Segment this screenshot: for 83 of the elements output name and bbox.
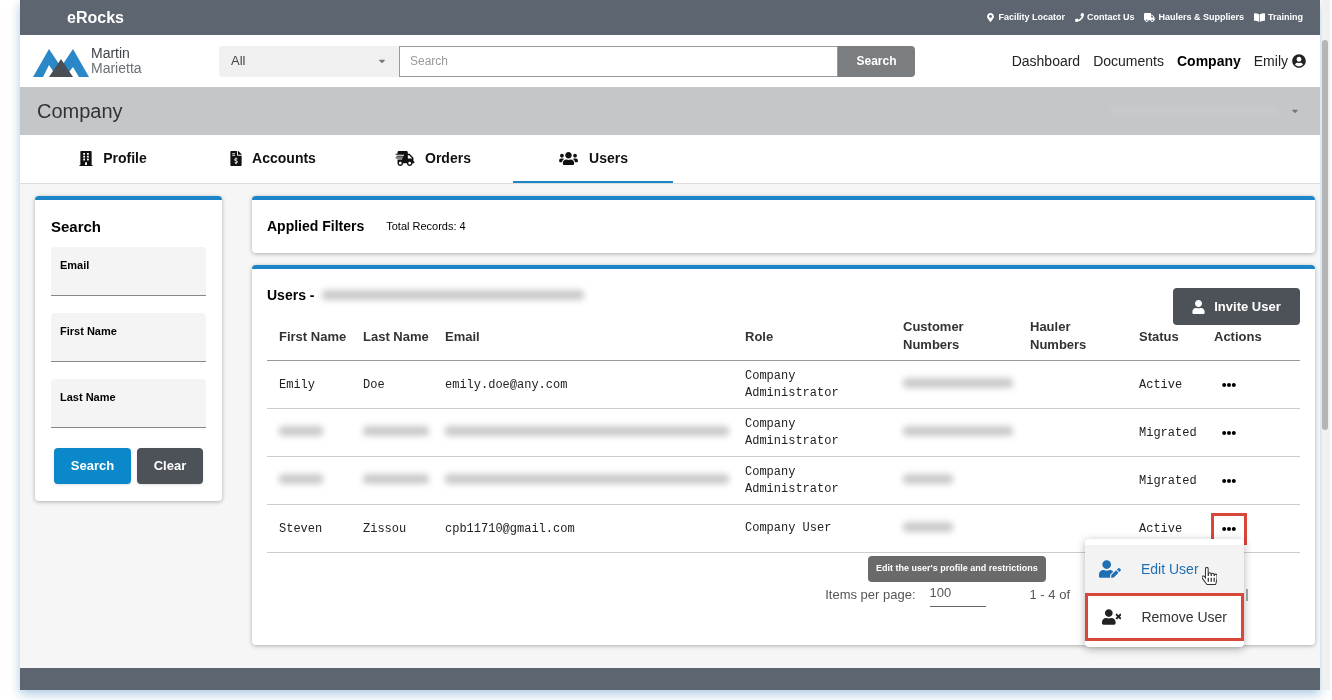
tab[interactable]: Profile xyxy=(33,135,193,183)
tab[interactable]: Users xyxy=(513,135,673,183)
table-cell: Zissou xyxy=(363,521,407,536)
brand-name: eRocks xyxy=(67,7,124,28)
table-row[interactable]: Emily Doe emily.doe@any.com Company Administrator Active xyxy=(267,361,1300,409)
invite-user-button[interactable]: Invite User xyxy=(1173,288,1300,325)
text-field[interactable]: Email xyxy=(51,246,206,296)
truck-icon xyxy=(1144,12,1156,23)
page-title: Company xyxy=(37,99,123,124)
field-label: Email xyxy=(60,258,90,271)
category-select[interactable]: All xyxy=(219,45,399,77)
search-button[interactable]: Search xyxy=(838,45,915,77)
blurred-text xyxy=(279,425,323,436)
column-header: Actions xyxy=(1214,327,1262,346)
table-cell: Steven xyxy=(279,521,323,536)
table-cell: Migrated xyxy=(1139,473,1197,488)
text-field[interactable]: Last Name xyxy=(51,378,206,428)
tooltip: Edit the user's profile and restrictions xyxy=(868,556,1046,582)
tab[interactable]: Accounts xyxy=(193,135,353,183)
column-header: First Name xyxy=(279,327,347,346)
column-header: Status xyxy=(1139,327,1179,346)
blurred-text xyxy=(279,473,323,484)
table-cell-text: Company Administrator xyxy=(745,415,840,450)
table-cell: Emily xyxy=(279,377,315,392)
phone-icon xyxy=(1074,13,1084,22)
blurred-text xyxy=(903,473,953,484)
tab[interactable]: Orders xyxy=(353,135,513,183)
card-title: Users - xyxy=(267,285,315,305)
column-header: Email xyxy=(445,327,480,346)
page-range: 1 - 4 of xyxy=(1029,586,1070,605)
top-link[interactable]: Training xyxy=(1254,10,1303,25)
nav-link[interactable]: Documents xyxy=(1093,50,1164,72)
menu-item[interactable]: Remove User xyxy=(1085,593,1244,641)
truck-icon xyxy=(395,150,416,166)
blurred-text xyxy=(363,473,429,484)
book-icon xyxy=(1254,12,1265,23)
table-row[interactable]: Company Administrator Migrated xyxy=(267,409,1300,457)
field-label: Last Name xyxy=(60,390,116,403)
building-icon xyxy=(79,150,94,166)
column-header: Hauler Numbers xyxy=(1030,318,1088,355)
table-cell: Company User xyxy=(745,520,832,537)
table-cell: cpb11710@gmail.com xyxy=(445,521,575,536)
table-row[interactable]: Company Administrator Migrated xyxy=(267,457,1300,505)
items-per-page-label: Items per page: xyxy=(825,586,916,605)
card-title: Applied Filters xyxy=(267,217,365,236)
search-button[interactable]: Search xyxy=(54,447,131,484)
blurred-text xyxy=(903,521,953,532)
top-link[interactable]: Facility Locator xyxy=(986,10,1065,25)
total-records: Total Records: 4 xyxy=(386,219,466,235)
clear-button[interactable]: Clear xyxy=(137,447,203,484)
top-link[interactable]: Haulers & Suppliers xyxy=(1144,10,1244,25)
table-cell: Active xyxy=(1139,521,1183,536)
table-cell-text: Company Administrator xyxy=(745,367,840,402)
text-field[interactable]: First Name xyxy=(51,312,206,362)
top-link[interactable]: Contact Us xyxy=(1074,10,1135,25)
table-cell-text: Company Administrator xyxy=(745,463,840,498)
column-header: Customer Numbers xyxy=(903,318,965,355)
user-avatar-icon xyxy=(1292,54,1306,68)
nav-link[interactable]: Dashboard xyxy=(1011,50,1081,72)
logo-text: Marietta xyxy=(91,61,142,76)
table-cell: Doe xyxy=(363,377,385,392)
map-pin-icon xyxy=(986,13,996,22)
company-logo[interactable]: Martin Marietta xyxy=(33,43,219,79)
page-size-select[interactable]: 100 xyxy=(929,583,986,607)
table-cell: Migrated xyxy=(1139,425,1197,440)
search-field[interactable]: Search xyxy=(399,45,838,77)
user-remove-icon xyxy=(1102,608,1122,626)
blurred-text xyxy=(363,425,429,436)
table-cell: emily.doe@any.com xyxy=(445,377,568,392)
document-icon xyxy=(230,150,243,166)
table-cell: Active xyxy=(1139,377,1183,392)
nav-link[interactable]: Company xyxy=(1176,50,1241,72)
user-menu[interactable]: Emily xyxy=(1253,50,1306,72)
logo-text: Martin xyxy=(91,46,131,61)
panel-title: Search xyxy=(51,217,103,237)
field-label: First Name xyxy=(60,324,117,337)
menu-item[interactable]: Edit User xyxy=(1085,545,1244,593)
user-icon xyxy=(1192,299,1206,314)
user-edit-icon xyxy=(1099,560,1121,578)
hand-cursor-icon xyxy=(1202,567,1217,585)
column-header: Role xyxy=(745,327,774,346)
column-header: Last Name xyxy=(363,327,429,346)
users-icon xyxy=(558,150,580,166)
